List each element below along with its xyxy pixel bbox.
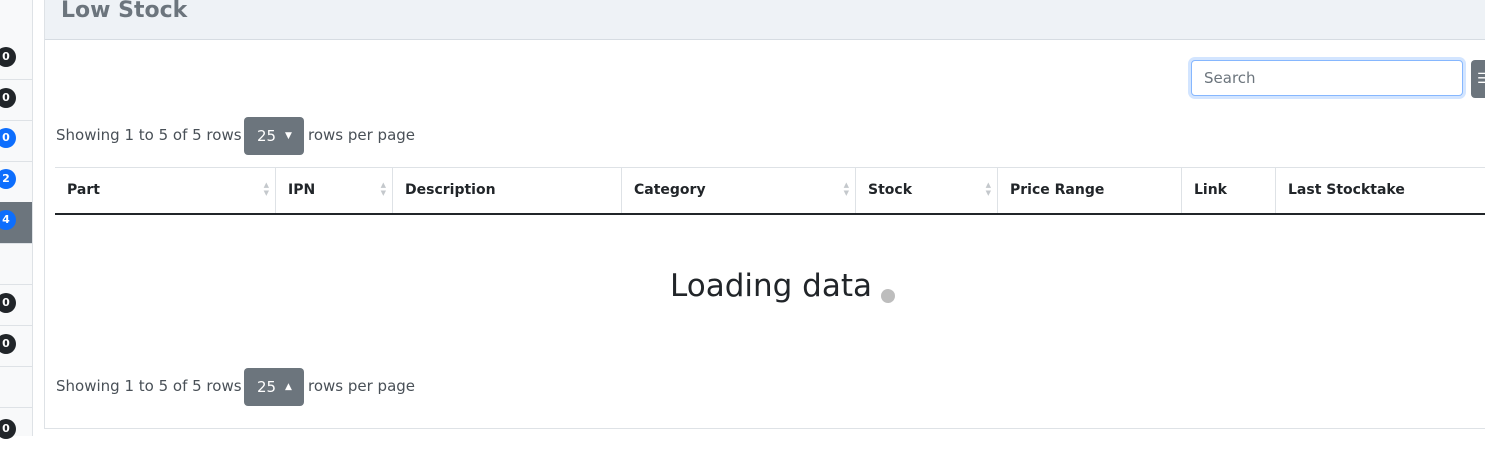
sidebar-item[interactable]: 0 bbox=[0, 38, 32, 80]
column-label: IPN bbox=[288, 182, 316, 198]
sort-icon: ▲ ▼ bbox=[380, 181, 386, 197]
column-toggle-button[interactable]: ☰ bbox=[1471, 60, 1485, 98]
column-header-stock[interactable]: Stock ▲ ▼ bbox=[856, 168, 998, 213]
page-size-value: 25 bbox=[257, 127, 277, 145]
column-header-price-range[interactable]: Price Range bbox=[998, 168, 1182, 213]
rows-per-page-label: rows per page bbox=[308, 126, 416, 144]
loading-spinner bbox=[881, 289, 895, 303]
rows-per-page-label: rows per page bbox=[308, 377, 416, 395]
sort-icon: ▲ ▼ bbox=[843, 181, 849, 197]
column-header-part[interactable]: Part ▲ ▼ bbox=[55, 168, 276, 213]
sidebar-item[interactable] bbox=[0, 366, 32, 408]
sidebar-item[interactable]: 0 bbox=[0, 79, 32, 121]
column-label: Price Range bbox=[1010, 182, 1105, 198]
column-header-link[interactable]: Link bbox=[1182, 168, 1276, 213]
count-badge: 0 bbox=[0, 128, 16, 148]
sidebar-item-low-stock[interactable]: 4 bbox=[0, 202, 32, 244]
column-header-ipn[interactable]: IPN ▲ ▼ bbox=[276, 168, 393, 213]
column-label: Link bbox=[1194, 182, 1227, 198]
page-size-dropdown[interactable]: 25 ▲ bbox=[244, 368, 304, 406]
count-badge: 0 bbox=[0, 293, 16, 313]
count-badge: 0 bbox=[0, 88, 16, 108]
column-header-last-stocktake[interactable]: Last Stocktake bbox=[1276, 168, 1485, 213]
column-label: Category bbox=[634, 182, 706, 198]
sidebar-item[interactable]: 0 bbox=[0, 325, 32, 367]
panel-header: Low Stock bbox=[45, 0, 1485, 40]
count-badge: 0 bbox=[0, 47, 16, 67]
panel-title: Low Stock bbox=[61, 0, 188, 23]
count-badge: 2 bbox=[0, 169, 16, 189]
sidebar: 0 0 0 2 4 0 0 0 bbox=[0, 0, 33, 439]
column-label: Stock bbox=[868, 182, 913, 198]
column-label: Last Stocktake bbox=[1288, 182, 1405, 198]
column-header-description[interactable]: Description bbox=[393, 168, 622, 213]
column-label: Description bbox=[405, 182, 496, 198]
sidebar-item[interactable]: 2 bbox=[0, 161, 32, 203]
page-size-value: 25 bbox=[257, 378, 277, 396]
pagination-summary: Showing 1 to 5 of 5 rows bbox=[56, 377, 242, 395]
column-header-category[interactable]: Category ▲ ▼ bbox=[622, 168, 856, 213]
caret-up-icon: ▲ bbox=[285, 382, 292, 392]
count-badge: 0 bbox=[0, 419, 16, 439]
sidebar-item[interactable]: 0 bbox=[0, 120, 32, 162]
table-header: Part ▲ ▼ IPN ▲ ▼ Description Category ▲ ▼ S… bbox=[55, 167, 1485, 215]
loading-message: Loading data . bbox=[670, 268, 892, 304]
page-size-dropdown[interactable]: 25 ▼ bbox=[244, 117, 304, 155]
sort-icon: ▲ ▼ bbox=[263, 181, 269, 197]
search-input[interactable] bbox=[1191, 60, 1463, 96]
pagination-summary: Showing 1 to 5 of 5 rows bbox=[56, 126, 242, 144]
count-badge: 4 bbox=[0, 210, 16, 230]
sidebar-item[interactable]: 0 bbox=[0, 284, 32, 326]
low-stock-panel: Low Stock ☰ Showing 1 to 5 of 5 rows 25 … bbox=[44, 0, 1485, 429]
sort-icon: ▲ ▼ bbox=[985, 181, 991, 197]
caret-down-icon: ▼ bbox=[285, 131, 292, 141]
list-icon: ☰ bbox=[1477, 71, 1485, 87]
sidebar-item[interactable]: 0 bbox=[0, 410, 32, 451]
sidebar-item[interactable] bbox=[0, 243, 32, 285]
column-label: Part bbox=[67, 182, 100, 198]
count-badge: 0 bbox=[0, 334, 16, 354]
